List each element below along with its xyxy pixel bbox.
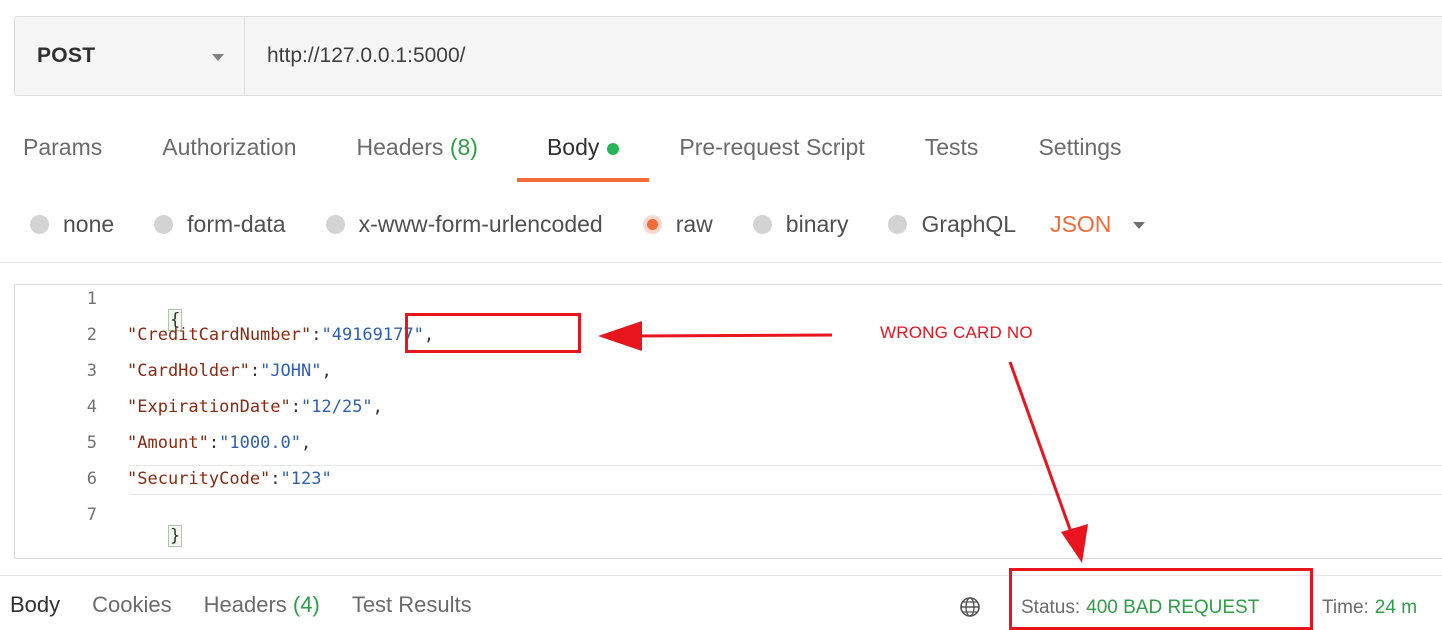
status-value: 400 BAD REQUEST xyxy=(1086,597,1260,618)
json-key: "CardHolder" xyxy=(127,361,250,381)
tab-pre-request-script[interactable]: Pre-request Script xyxy=(679,124,864,182)
json-colon: : xyxy=(290,397,302,417)
tab-label: Headers xyxy=(203,592,287,617)
chevron-down-icon xyxy=(1133,221,1146,229)
chevron-down-icon xyxy=(212,53,224,61)
radio-icon[interactable] xyxy=(30,214,49,234)
mode-x-www-form-urlencoded[interactable]: x-www-form-urlencoded xyxy=(325,210,603,238)
response-headers-count: (4) xyxy=(292,592,320,617)
line-number: 5 xyxy=(86,433,97,453)
radio-icon[interactable] xyxy=(325,214,345,234)
line-number: 3 xyxy=(86,361,97,381)
body-modified-dot-icon xyxy=(607,143,620,155)
line-number: 2 xyxy=(86,325,97,345)
tab-label: Pre-request Script xyxy=(679,134,865,160)
response-tab-headers[interactable]: Headers (4) xyxy=(204,592,320,618)
url-input[interactable]: http://127.0.0.1:5000/ xyxy=(245,44,466,68)
tab-body[interactable]: Body xyxy=(516,124,650,182)
json-comma: , xyxy=(321,361,332,381)
code-line: "Amount":"1000.0", xyxy=(127,433,311,453)
json-value: "1000.0" xyxy=(219,433,302,453)
code-line: "CreditCardNumber":"49169177", xyxy=(127,325,434,345)
tab-label: Headers xyxy=(356,134,444,160)
response-tab-body[interactable]: Body xyxy=(10,592,60,618)
request-tabs: Params Authorization Headers (8) Body Pr… xyxy=(0,124,1122,182)
json-key: "Amount" xyxy=(127,433,209,453)
json-colon: : xyxy=(208,433,220,453)
code-line: "CardHolder":"JOHN", xyxy=(127,361,332,381)
json-comma: , xyxy=(301,433,312,453)
tab-params[interactable]: Params xyxy=(23,124,102,182)
mode-label: x-www-form-urlencoded xyxy=(358,210,603,237)
mode-label: GraphQL xyxy=(921,210,1017,237)
json-comma: , xyxy=(372,397,383,417)
line-number: 1 xyxy=(86,289,97,309)
response-tabs: Body Cookies Headers (4) Test Results xyxy=(10,592,504,618)
mode-graphql[interactable]: GraphQL xyxy=(888,211,1016,238)
mode-form-data[interactable]: form-data xyxy=(154,210,286,238)
line-number-gutter: 1 2 3 4 5 6 7 xyxy=(15,285,101,558)
json-value: "JOHN" xyxy=(260,361,322,381)
headers-count: (8) xyxy=(449,134,478,160)
tab-tests[interactable]: Tests xyxy=(925,124,979,182)
code-editor[interactable]: 1 2 3 4 5 6 7 { "CreditCardNumber":"4916… xyxy=(14,284,1442,559)
line-number: 4 xyxy=(86,397,97,417)
mode-label: none xyxy=(63,210,115,237)
method-select[interactable]: POST xyxy=(15,17,245,95)
card-number-highlight-box xyxy=(405,313,581,353)
mode-label: form-data xyxy=(187,210,286,237)
time-value: 24 m xyxy=(1374,597,1418,618)
json-colon: : xyxy=(270,469,281,489)
radio-icon[interactable] xyxy=(154,214,174,234)
radio-icon[interactable] xyxy=(888,214,908,234)
line-number: 7 xyxy=(86,505,97,525)
code-line: "SecurityCode":"123" xyxy=(127,469,332,489)
json-value: "12/25" xyxy=(301,397,373,417)
globe-icon[interactable] xyxy=(959,596,981,618)
mode-label: raw xyxy=(675,210,713,237)
json-colon: : xyxy=(311,325,322,345)
response-time: Time: 24 m xyxy=(1322,597,1417,619)
tab-label: Authorization xyxy=(162,134,297,160)
tab-label: Settings xyxy=(1038,134,1122,160)
status-label: Status: xyxy=(1021,597,1081,618)
body-mode-options: none form-data x-www-form-urlencoded raw… xyxy=(30,204,1146,244)
tab-label: Body xyxy=(546,134,600,160)
code-line: } xyxy=(127,505,183,567)
tab-label: Tests xyxy=(924,134,979,160)
mode-binary[interactable]: binary xyxy=(752,210,849,238)
format-label: JSON xyxy=(1050,210,1112,237)
json-key: "SecurityCode" xyxy=(127,469,271,489)
tab-authorization[interactable]: Authorization xyxy=(162,124,296,182)
time-label: Time: xyxy=(1322,597,1369,618)
request-bar: POST http://127.0.0.1:5000/ xyxy=(14,16,1442,96)
annotation-label: WRONG CARD NO xyxy=(880,323,1033,342)
divider xyxy=(0,262,1442,263)
mode-label: binary xyxy=(785,210,849,237)
tab-settings[interactable]: Settings xyxy=(1038,124,1121,182)
active-tab-indicator xyxy=(516,178,650,182)
code-line: "ExpirationDate":"12/25", xyxy=(127,397,383,417)
mode-none[interactable]: none xyxy=(30,211,114,238)
radio-selected-icon[interactable] xyxy=(642,214,662,234)
matched-brace: } xyxy=(167,525,183,547)
tab-headers[interactable]: Headers (8) xyxy=(357,124,478,182)
json-key: "ExpirationDate" xyxy=(127,397,291,417)
mode-raw[interactable]: raw xyxy=(642,210,713,238)
format-select[interactable]: JSON xyxy=(1050,210,1146,238)
response-status: Status: 400 BAD REQUEST xyxy=(1021,597,1259,619)
json-colon: : xyxy=(249,361,261,381)
json-key: "CreditCardNumber" xyxy=(127,325,312,345)
json-value: "123" xyxy=(280,469,332,489)
tab-label: Params xyxy=(23,134,103,160)
line-number: 6 xyxy=(86,469,97,489)
method-label: POST xyxy=(37,44,96,67)
response-tab-cookies[interactable]: Cookies xyxy=(92,592,171,618)
radio-icon[interactable] xyxy=(752,214,772,234)
response-tab-test-results[interactable]: Test Results xyxy=(352,592,472,618)
